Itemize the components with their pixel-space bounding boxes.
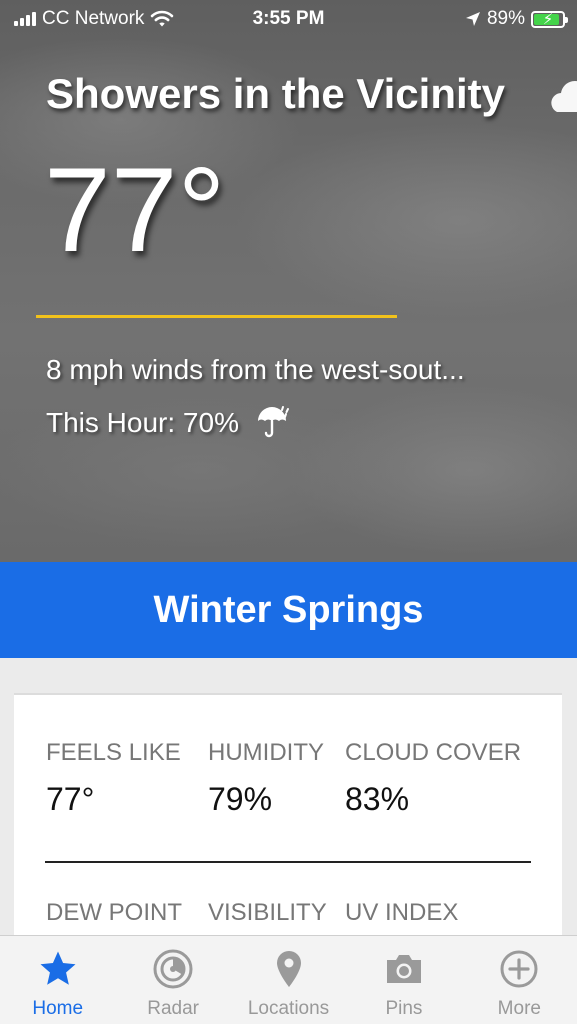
- condition-text: Showers in the Vicinity: [46, 70, 506, 117]
- precip-text: This Hour: 70%: [46, 407, 239, 438]
- detail-label: UV INDEX: [345, 899, 459, 926]
- tab-label: Locations: [247, 998, 330, 1019]
- precip-summary: This Hour: 70%: [46, 405, 291, 441]
- detail-value: 83%: [345, 781, 410, 817]
- tab-more[interactable]: More: [462, 936, 577, 1024]
- star-icon: [37, 948, 79, 990]
- current-temperature: 77°: [44, 143, 226, 277]
- tab-label: Home: [32, 998, 84, 1019]
- weather-hero: CC Network 3:55 PM 89% ⚡ Showers in the …: [0, 0, 577, 562]
- location-header[interactable]: Winter Springs: [0, 562, 577, 658]
- tab-label: Radar: [147, 998, 199, 1019]
- temperature-divider: [36, 315, 397, 318]
- detail-value: 79%: [208, 781, 273, 817]
- detail-label: FEELS LIKE: [46, 739, 181, 766]
- detail-value: 77°: [46, 781, 95, 817]
- tab-label: Pins: [385, 998, 423, 1019]
- tab-label: More: [497, 998, 541, 1019]
- wind-summary: 8 mph winds from the west-sout...: [46, 354, 465, 385]
- bottom-tab-bar: Home Radar Locations Pins More: [0, 935, 577, 1024]
- feels-like-cell: FEELS LIKE 77°: [46, 739, 181, 818]
- status-bar: CC Network 3:55 PM 89% ⚡: [0, 0, 577, 38]
- tab-pins[interactable]: Pins: [346, 936, 461, 1024]
- battery-percent: 89%: [486, 8, 525, 29]
- detail-label: VISIBILITY: [208, 899, 327, 926]
- battery-charging-icon: ⚡: [531, 10, 568, 28]
- radar-icon: [152, 948, 194, 990]
- uv-index-cell: UV INDEX: [345, 899, 458, 927]
- umbrella-rain-icon: [257, 406, 289, 438]
- tab-locations[interactable]: Locations: [231, 936, 346, 1024]
- plus-circle-icon: [498, 948, 540, 990]
- detail-label: CLOUD COVER: [345, 739, 522, 766]
- location-name: Winter Springs: [153, 588, 424, 631]
- cloud-cover-cell: CLOUD COVER 83%: [345, 739, 521, 818]
- cloud-icon: [551, 80, 577, 112]
- tab-home[interactable]: Home: [0, 936, 115, 1024]
- camera-icon: [383, 948, 425, 990]
- status-right: 89% ⚡: [465, 8, 568, 30]
- detail-label: DEW POINT: [46, 899, 182, 926]
- location-pin-icon: [268, 948, 310, 990]
- dew-point-cell: DEW POINT: [46, 899, 182, 927]
- humidity-cell: HUMIDITY 79%: [208, 739, 324, 818]
- details-divider: [45, 861, 531, 863]
- tab-radar[interactable]: Radar: [115, 936, 230, 1024]
- detail-label: HUMIDITY: [208, 739, 324, 766]
- location-arrow-icon: [465, 12, 480, 26]
- visibility-cell: VISIBILITY: [208, 899, 327, 927]
